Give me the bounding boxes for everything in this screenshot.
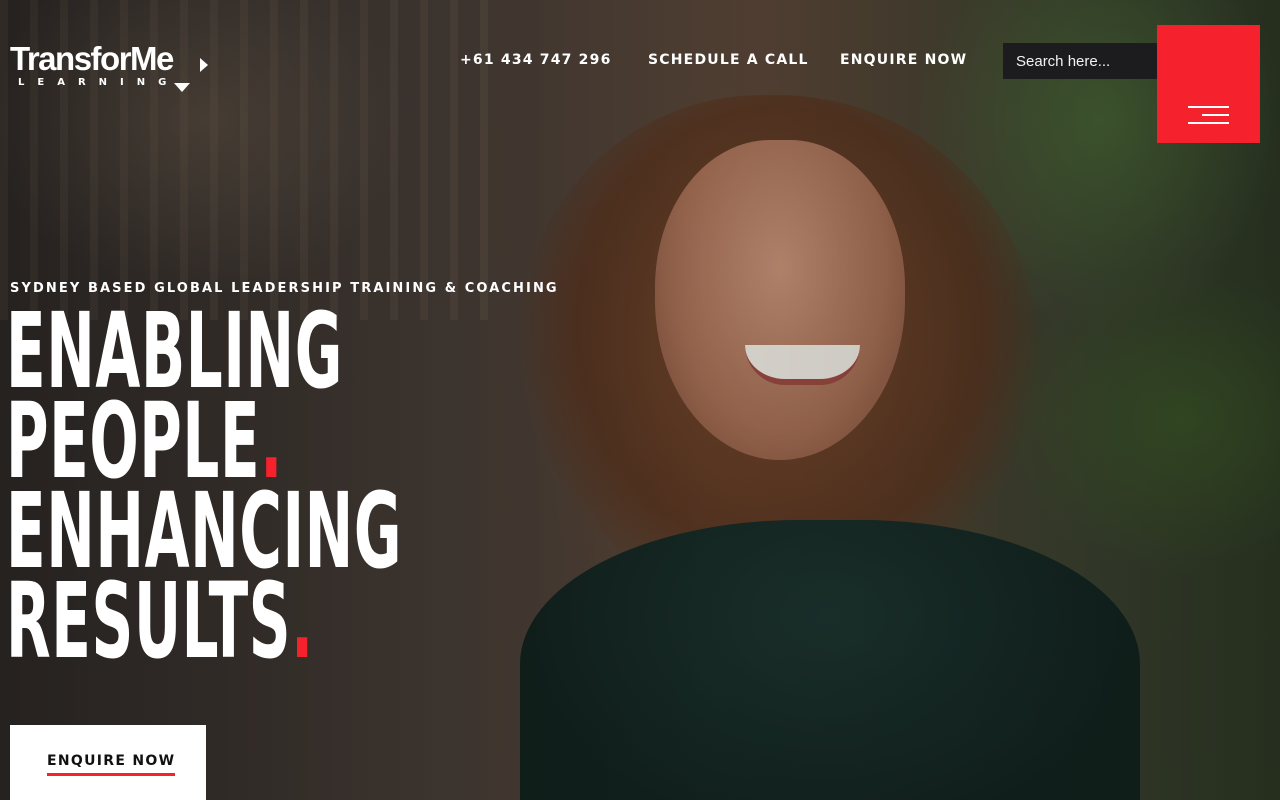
nav-enquire-now-link[interactable]: ENQUIRE NOW: [840, 52, 967, 68]
nav-schedule-call-link[interactable]: SCHEDULE A CALL: [648, 52, 809, 68]
logo-arrow-icon: [200, 58, 208, 72]
logo-wordmark: TransforMe: [10, 40, 174, 77]
enquire-now-button-label: ENQUIRE NOW: [47, 753, 176, 776]
hamburger-menu-icon: [1188, 106, 1229, 108]
search-box: [1003, 43, 1158, 79]
search-input[interactable]: [1003, 43, 1158, 79]
menu-toggle-button[interactable]: [1157, 25, 1260, 143]
site-logo[interactable]: TransforMe LEARNING: [10, 42, 210, 94]
logo-triangle-icon: [174, 83, 190, 92]
hamburger-menu-icon-bar: [1188, 122, 1229, 124]
enquire-now-button[interactable]: ENQUIRE NOW: [10, 725, 206, 800]
hamburger-menu-icon-bar: [1202, 114, 1229, 116]
hero-headline: ENABLING PEOPLE. ENHANCING RESULTS.: [6, 299, 566, 673]
headline-accent-dot: .: [291, 560, 314, 682]
nav-phone-link[interactable]: +61 434 747 296: [460, 52, 612, 68]
headline-line-4: RESULTS.: [6, 569, 353, 673]
headline-text-results: RESULTS: [6, 560, 292, 682]
